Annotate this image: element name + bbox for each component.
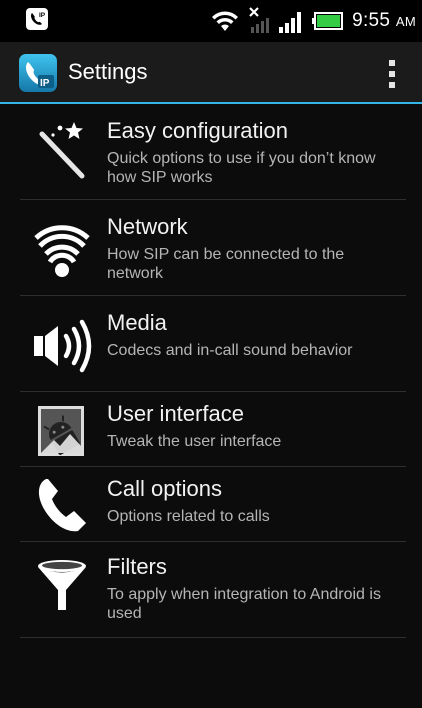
wifi-signal-icon xyxy=(34,225,90,277)
settings-item-call-options[interactable]: Call options Options related to calls xyxy=(0,467,422,542)
phone-handset-icon xyxy=(38,479,86,532)
cell-signal-icon xyxy=(279,12,302,33)
settings-item-title: Easy configuration xyxy=(107,118,288,143)
settings-item-filters[interactable]: Filters To apply when integration to And… xyxy=(0,542,422,638)
magic-wand-icon xyxy=(39,122,85,179)
csipsimple-logo-icon[interactable]: IP xyxy=(18,53,58,93)
settings-item-title: Media xyxy=(107,310,167,335)
svg-text:IP: IP xyxy=(39,12,46,19)
settings-item-summary: Quick options to use if you don’t know h… xyxy=(107,150,376,186)
app-screen: IP 9:55 AM IP Settings Easy configuratio… xyxy=(0,0,422,708)
settings-item-summary: Options related to calls xyxy=(107,508,270,525)
settings-item-title: Network xyxy=(107,214,188,239)
status-bar: IP 9:55 AM xyxy=(0,0,422,42)
no-data-signal-icon xyxy=(249,7,270,33)
settings-item-network[interactable]: Network How SIP can be connected to the … xyxy=(0,200,422,296)
settings-item-media[interactable]: Media Codecs and in-call sound behavior xyxy=(0,296,422,392)
page-title: Settings xyxy=(68,59,148,84)
settings-item-title: Filters xyxy=(107,554,167,579)
settings-list: Easy configuration Quick options to use … xyxy=(0,104,422,638)
settings-item-title: User interface xyxy=(107,401,244,426)
settings-item-summary: To apply when integration to Android is … xyxy=(107,586,381,622)
settings-item-easy-configuration[interactable]: Easy configuration Quick options to use … xyxy=(0,104,422,200)
settings-item-user-interface[interactable]: User interface Tweak the user interface xyxy=(0,392,422,467)
wifi-icon xyxy=(212,11,239,31)
battery-icon xyxy=(312,12,344,30)
status-time: 9:55 AM xyxy=(352,10,416,31)
action-bar: IP Settings xyxy=(0,42,422,104)
filter-funnel-icon xyxy=(38,560,86,610)
speaker-volume-icon xyxy=(34,319,92,373)
overflow-menu-icon[interactable] xyxy=(382,60,402,88)
android-ui-icon xyxy=(38,406,84,456)
status-indicators: 9:55 AM xyxy=(210,0,416,42)
settings-item-title: Call options xyxy=(107,476,222,501)
settings-item-summary: Tweak the user interface xyxy=(107,433,282,450)
settings-item-summary: How SIP can be connected to the network xyxy=(107,246,345,282)
csipsimple-notification-icon: IP xyxy=(26,8,48,30)
settings-item-summary: Codecs and in-call sound behavior xyxy=(107,342,353,359)
svg-text:IP: IP xyxy=(40,78,50,89)
